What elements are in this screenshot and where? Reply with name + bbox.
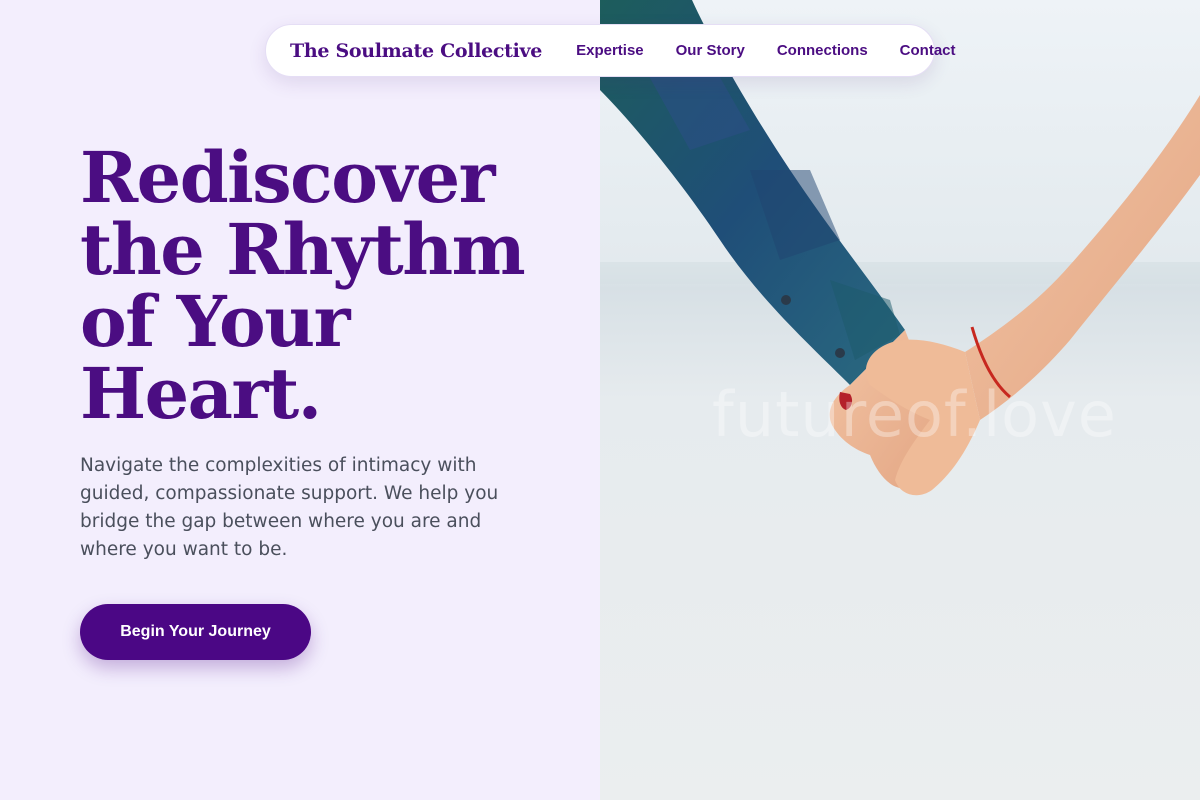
hero-title-line: of Your <box>80 280 351 363</box>
top-navigation: The Soulmate Collective Expertise Our St… <box>265 24 956 77</box>
nav-link-connections[interactable]: Connections <box>777 42 868 59</box>
hero-image: futureof.love <box>600 0 1200 800</box>
nav-link-expertise[interactable]: Expertise <box>576 42 644 59</box>
hero-title-line: the Rhythm <box>80 208 526 291</box>
watermark-text: futureof.love <box>712 378 1117 451</box>
begin-journey-button[interactable]: Begin Your Journey <box>80 604 311 660</box>
nav-links: Expertise Our Story Connections Contact <box>576 42 955 59</box>
hero-title-line: Heart. <box>80 352 322 435</box>
brand-logo[interactable]: The Soulmate Collective <box>290 40 542 62</box>
nav-link-our-story[interactable]: Our Story <box>676 42 745 59</box>
hero-left-panel: Rediscover the Rhythm of Your Heart. Nav… <box>0 0 600 800</box>
hero-title-line: Rediscover <box>80 136 496 219</box>
hero-subtitle: Navigate the complexities of intimacy wi… <box>80 455 499 560</box>
hero-title: Rediscover the Rhythm of Your Heart. <box>80 142 580 430</box>
nav-link-contact[interactable]: Contact <box>900 42 956 59</box>
